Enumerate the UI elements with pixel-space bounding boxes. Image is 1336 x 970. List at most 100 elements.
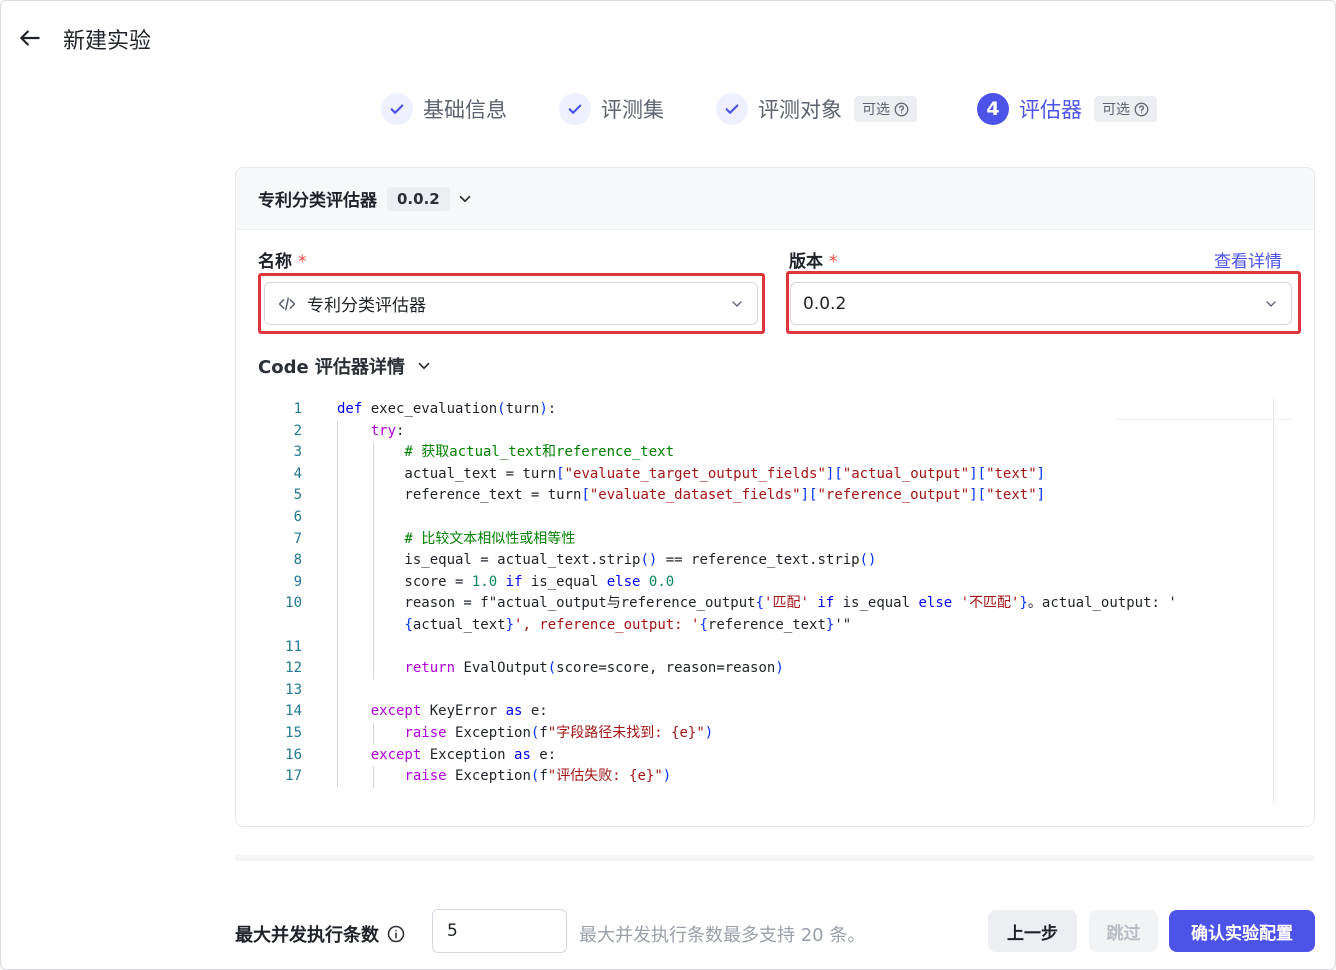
optional-badge-text: 可选 [862,102,890,118]
line-number: 15 [285,725,302,741]
code-text: is_equal = actual_text.strip() == refere… [337,552,877,569]
prev-step-button[interactable]: 上一步 [988,910,1077,952]
step-label: 评估器 [1019,98,1082,122]
code-line: 4 actual_text = turn["evaluate_target_ou… [256,464,1266,486]
version-select-value: 0.0.2 [803,293,847,314]
code-text: except KeyError as e: [370,703,548,720]
name-field-label: 名称 * [258,247,307,272]
concurrency-label-text: 最大并发执行条数 [235,925,379,946]
line-number: 3 [293,444,302,461]
editor-ruler [1273,399,1274,803]
name-select[interactable]: 专利分类评估器 [264,282,758,325]
line-number: 7 [293,530,302,547]
confirm-config-button[interactable]: 确认实验配置 [1169,910,1315,952]
line-number: 5 [293,487,302,504]
name-label-text: 名称 [258,252,292,272]
optional-badge: 可选 [854,96,917,122]
chevron-down-icon[interactable] [456,190,474,208]
code-line: 1 def exec_evaluation(turn): [256,399,1266,421]
code-line: 13 [256,680,1266,702]
line-number: 10 [285,595,302,612]
code-line: 16 except Exception as e: [256,745,1266,767]
view-details-link[interactable]: 查看详情 [1214,247,1282,272]
code-line: 8 is_equal = actual_text.strip() == refe… [256,550,1266,572]
code-text: # 获取actual_text和reference_text [337,444,675,461]
line-number: 1 [293,401,302,417]
required-mark: * [298,252,307,272]
name-select-value: 专利分类评估器 [307,296,426,316]
check-icon [716,93,748,125]
code-text: {actual_text}', reference_output: '{refe… [404,617,852,633]
code-text: except Exception as e: [370,746,557,763]
line-number: 12 [285,660,302,677]
version-label-text: 版本 [789,252,823,272]
step-label: 基础信息 [423,98,507,122]
line-number: 17 [285,768,302,785]
chevron-down-icon [732,300,742,307]
code-text: def exec_evaluation(turn): [337,401,557,417]
concurrency-input[interactable] [432,909,567,953]
step-number: 4 [977,93,1009,125]
code-details-toggle[interactable]: Code 评估器详情 [258,353,433,379]
step-eval-set[interactable]: 评测集 [559,89,664,129]
code-text: reason = f"actual_output与reference_outpu… [337,595,1177,612]
code-line: {actual_text}', reference_output: '{refe… [256,615,1266,637]
version-tag: 0.0.2 [387,186,450,211]
line-number: 6 [293,509,302,525]
code-icon [278,296,296,311]
code-text: actual_text = turn["evaluate_target_outp… [337,465,1046,482]
version-select[interactable]: 0.0.2 [790,282,1292,325]
step-eval-target[interactable]: 评测对象 可选 [716,89,917,129]
code-text: score = 1.0 if is_equal else 0.0 [337,573,675,590]
line-number: 11 [285,638,302,655]
code-line: 9 score = 1.0 if is_equal else 0.0 [256,572,1266,594]
code-line: 17 raise Exception(f"评估失败: {e}") [256,766,1266,788]
required-mark: * [829,252,838,272]
step-evaluator[interactable]: 4 评估器 可选 [977,89,1157,129]
skip-button[interactable]: 跳过 [1089,910,1158,952]
step-label: 评测集 [601,98,664,122]
chevron-down-icon [418,362,430,370]
section-divider [235,855,1315,861]
concurrency-label: 最大并发执行条数 [235,921,405,947]
code-text: try: [370,422,405,439]
concurrency-hint: 最大并发执行条数最多支持 20 条。 [579,925,866,946]
code-text: # 比较文本相似性或相等性 [337,530,576,547]
evaluator-title: 专利分类评估器 [258,191,377,211]
stepper: 基础信息 评测集 评测对象 可选 4 评估器 可选 [1,89,1336,129]
optional-badge: 可选 [1094,96,1157,122]
check-icon [381,93,413,125]
page-title: 新建实验 [63,29,152,54]
step-basic-info[interactable]: 基础信息 [381,89,507,129]
chevron-down-icon [1266,300,1276,307]
code-editor[interactable]: 1 def exec_evaluation(turn): 2 try: 3 # 获取a… [256,399,1292,803]
line-number: 8 [293,552,302,569]
step-label: 评测对象 [758,98,842,122]
evaluator-card-header[interactable]: 专利分类评估器 0.0.2 [236,168,1314,230]
code-line: 2 try: [256,421,1266,443]
code-line: 12 return EvalOutput(score=score, reason… [256,658,1266,680]
info-icon[interactable] [387,925,405,943]
line-number: 9 [293,573,302,590]
code-text: raise Exception(f"评估失败: {e}") [404,768,672,785]
line-number: 2 [293,422,302,439]
back-arrow-icon[interactable] [17,25,43,51]
window: 新建实验 基础信息 评测集 评测对象 可选 4 评估器 可选 专利分类评估器 0… [0,0,1336,970]
code-line: 3 # 获取actual_text和reference_text [256,442,1266,464]
code-line: 14 except KeyError as e: [256,701,1266,723]
check-icon [559,93,591,125]
code-line: 10 reason = f"actual_output与reference_ou… [256,593,1266,615]
code-text: return EvalOutput(score=score, reason=re… [404,660,784,677]
line-number: 14 [285,703,302,720]
line-number: 16 [285,746,302,763]
code-text: raise Exception(f"字段路径未找到: {e}") [404,725,714,741]
code-section-title: Code 评估器详情 [258,357,405,378]
line-number: 4 [293,465,302,482]
line-number: 13 [285,681,302,698]
help-icon[interactable] [1134,102,1149,117]
help-icon[interactable] [894,102,909,117]
code-line: 5 reference_text = turn["evaluate_datase… [256,485,1266,507]
optional-badge-text: 可选 [1102,102,1130,118]
code-line: 15 raise Exception(f"字段路径未找到: {e}") [256,723,1266,745]
code-line: 6 [256,507,1266,529]
